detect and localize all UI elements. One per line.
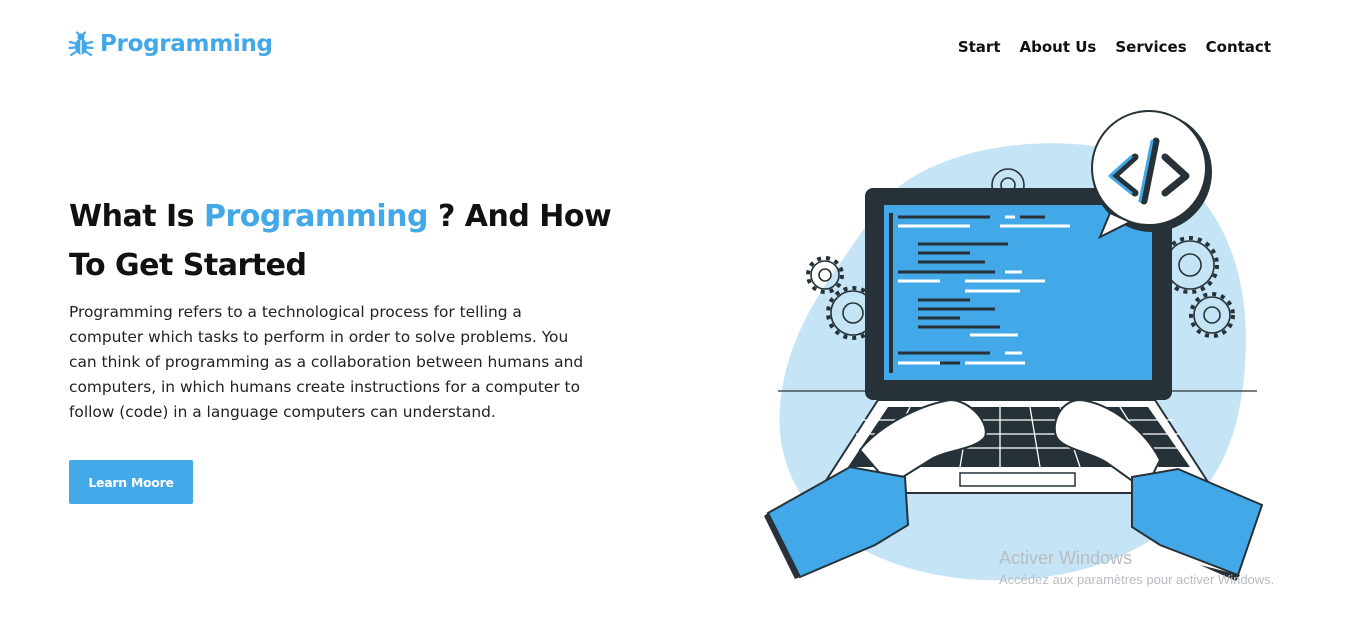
learn-more-button[interactable]: Learn Moore	[69, 460, 193, 504]
nav-link-services[interactable]: Services	[1115, 38, 1186, 56]
nav-link-contact[interactable]: Contact	[1206, 38, 1271, 56]
brand-name: Programming	[100, 31, 273, 57]
laptop-coding-illustration	[760, 105, 1265, 589]
hero-title-part: What Is	[69, 199, 204, 234]
hero-description: Programming refers to a technological pr…	[69, 303, 584, 421]
nav-link-start[interactable]: Start	[958, 38, 1001, 56]
bug-icon	[68, 31, 94, 57]
brand-logo[interactable]: Programming	[68, 31, 273, 57]
hero-title-accent: Programming	[203, 199, 429, 234]
hero-title: What Is Programming ? And How To Get Sta…	[69, 192, 629, 290]
nav-link-about-us[interactable]: About Us	[1020, 38, 1097, 56]
main-nav: Start About Us Services Contact	[958, 38, 1271, 56]
